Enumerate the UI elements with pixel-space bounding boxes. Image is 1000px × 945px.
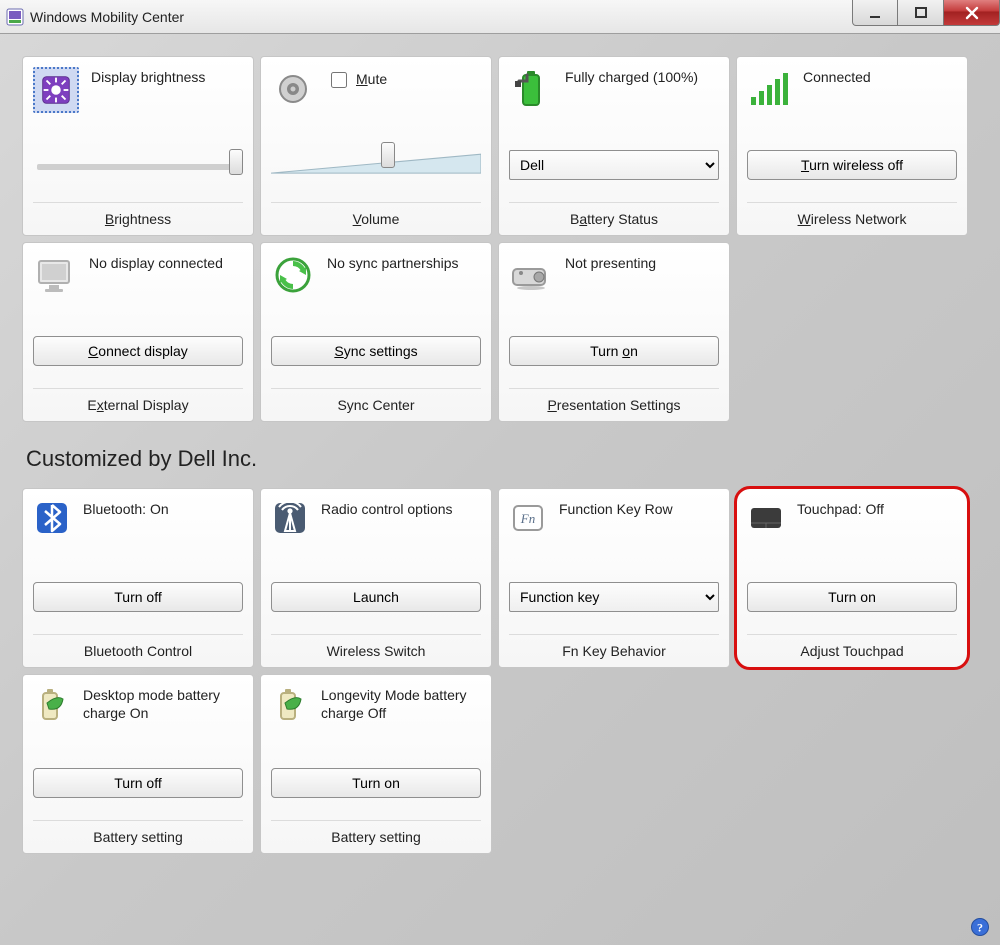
volume-footer[interactable]: Volume [271, 202, 481, 227]
bluetooth-status-text: Bluetooth: On [83, 499, 169, 519]
touchpad-footer[interactable]: Adjust Touchpad [747, 634, 957, 659]
presentation-status-text: Not presenting [565, 253, 656, 273]
battery-status-text: Fully charged (100%) [565, 67, 698, 87]
help-icon[interactable]: ? [970, 917, 990, 937]
longevity-battery-status-text: Longevity Mode battery charge Off [321, 685, 481, 722]
touchpad-status-text: Touchpad: Off [797, 499, 884, 519]
wireless-toggle-button[interactable]: Turn wireless off [747, 150, 957, 180]
touchpad-icon [747, 499, 785, 537]
app-icon [6, 8, 24, 26]
monitor-icon [33, 253, 77, 297]
fnkey-select[interactable]: Function key [509, 582, 719, 612]
radio-footer[interactable]: Wireless Switch [271, 634, 481, 659]
brightness-slider[interactable] [37, 164, 243, 170]
radio-launch-button[interactable]: Launch [271, 582, 481, 612]
desktop-battery-status-text: Desktop mode battery charge On [83, 685, 243, 722]
minimize-button[interactable] [852, 0, 898, 26]
brightness-icon[interactable] [33, 67, 79, 113]
system-tiles: Display brightness Brightness Mute [22, 56, 978, 422]
fnkey-footer[interactable]: Fn Key Behavior [509, 634, 719, 659]
battery-leaf-icon [33, 685, 71, 723]
tile-presentation: Not presenting Turn on Presentation Sett… [498, 242, 730, 422]
close-button[interactable] [944, 0, 1000, 26]
tile-wireless: Connected Turn wireless off Wireless Net… [736, 56, 968, 236]
bluetooth-toggle-button[interactable]: Turn off [33, 582, 243, 612]
brightness-footer[interactable]: Brightness [33, 202, 243, 227]
custom-tiles: Bluetooth: On Turn off Bluetooth Control… [22, 488, 978, 854]
presentation-footer[interactable]: Presentation Settings [509, 388, 719, 413]
sync-settings-button[interactable]: Sync settings [271, 336, 481, 366]
speaker-icon [271, 67, 315, 111]
brightness-label: Display brightness [91, 67, 205, 87]
antenna-icon [271, 499, 309, 537]
battery-charging-icon [509, 67, 553, 111]
tile-sync: No sync partnerships Sync settings Sync … [260, 242, 492, 422]
fnkey-status-text: Function Key Row [559, 499, 673, 519]
tile-bluetooth: Bluetooth: On Turn off Bluetooth Control [22, 488, 254, 668]
tile-longevity-battery: Longevity Mode battery charge Off Turn o… [260, 674, 492, 854]
presentation-turn-on-button[interactable]: Turn on [509, 336, 719, 366]
connect-display-button[interactable]: Connect display [33, 336, 243, 366]
touchpad-toggle-button[interactable]: Turn on [747, 582, 957, 612]
desktop-battery-toggle-button[interactable]: Turn off [33, 768, 243, 798]
longevity-battery-toggle-button[interactable]: Turn on [271, 768, 481, 798]
battery-footer[interactable]: Battery Status [509, 202, 719, 227]
projector-icon [509, 253, 553, 297]
tile-fn-key: Fn Function Key Row Function key Fn Key … [498, 488, 730, 668]
sync-icon [271, 253, 315, 297]
tile-external-display: No display connected Connect display Ext… [22, 242, 254, 422]
tile-battery: Fully charged (100%) Dell Battery Status [498, 56, 730, 236]
tile-desktop-battery: Desktop mode battery charge On Turn off … [22, 674, 254, 854]
tile-touchpad: Touchpad: Off Turn on Adjust Touchpad [736, 488, 968, 668]
bluetooth-footer[interactable]: Bluetooth Control [33, 634, 243, 659]
longevity-battery-footer[interactable]: Battery setting [271, 820, 481, 845]
tile-brightness: Display brightness Brightness [22, 56, 254, 236]
desktop-battery-footer[interactable]: Battery setting [33, 820, 243, 845]
fn-key-icon: Fn [509, 499, 547, 537]
wireless-footer[interactable]: Wireless Network [747, 202, 957, 227]
content-area: Display brightness Brightness Mute [0, 34, 1000, 864]
signal-bars-icon [747, 67, 791, 111]
external-status-text: No display connected [89, 253, 223, 273]
caption-buttons [852, 0, 1000, 26]
window-title: Windows Mobility Center [30, 9, 184, 25]
svg-text:?: ? [977, 921, 983, 935]
tile-volume: Mute Volume [260, 56, 492, 236]
volume-slider[interactable] [275, 157, 481, 163]
mute-checkbox-wrap[interactable]: Mute [327, 67, 387, 91]
battery-leaf-icon [271, 685, 309, 723]
radio-status-text: Radio control options [321, 499, 453, 519]
tile-radio: Radio control options Launch Wireless Sw… [260, 488, 492, 668]
customized-heading: Customized by Dell Inc. [26, 446, 978, 472]
maximize-button[interactable] [898, 0, 944, 26]
title-bar: Windows Mobility Center [0, 0, 1000, 34]
sync-footer[interactable]: Sync Center [271, 388, 481, 413]
sync-status-text: No sync partnerships [327, 253, 459, 273]
power-plan-select[interactable]: Dell [509, 150, 719, 180]
bluetooth-icon [33, 499, 71, 537]
external-footer[interactable]: External Display [33, 388, 243, 413]
svg-text:Fn: Fn [520, 511, 535, 526]
wireless-status-text: Connected [803, 67, 871, 87]
mute-checkbox[interactable] [331, 72, 347, 88]
